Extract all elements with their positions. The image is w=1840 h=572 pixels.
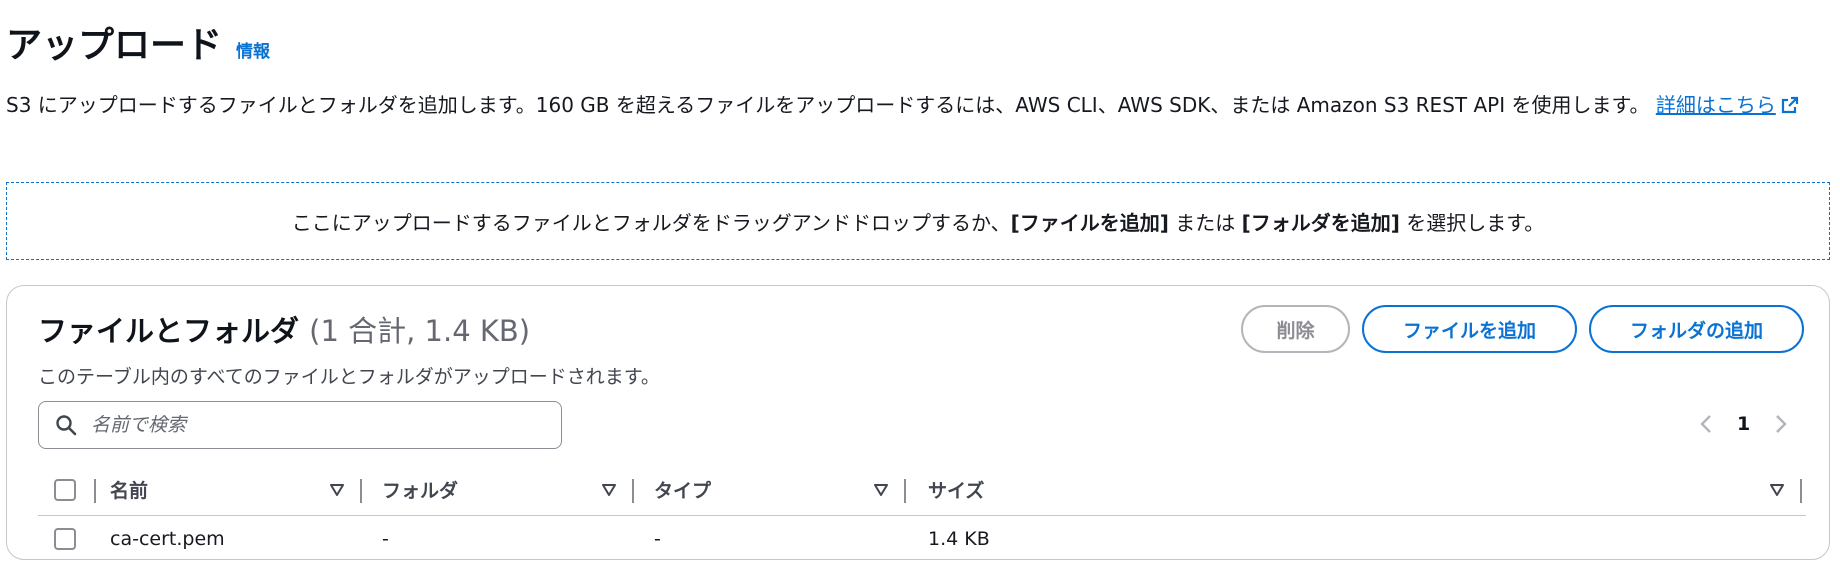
column-header-size-label: サイズ bbox=[928, 480, 985, 502]
dropzone-add-files-label: [ファイルを追加] bbox=[1010, 210, 1169, 235]
dropzone-suffix: を選択します。 bbox=[1399, 210, 1545, 235]
search-icon bbox=[56, 415, 77, 436]
column-divider[interactable] bbox=[632, 479, 634, 503]
cell-size: 1.4 KB bbox=[928, 528, 990, 550]
column-divider[interactable] bbox=[360, 479, 362, 503]
cell-folder: - bbox=[382, 528, 389, 550]
select-all-checkbox[interactable] bbox=[54, 478, 76, 501]
column-divider[interactable] bbox=[94, 479, 96, 503]
info-link[interactable]: 情報 bbox=[236, 37, 270, 62]
column-header-folder[interactable]: フォルダ bbox=[382, 464, 458, 515]
column-header-name-label: 名前 bbox=[110, 480, 149, 502]
search-input[interactable] bbox=[91, 414, 531, 436]
select-all-cell bbox=[54, 464, 76, 515]
pagination: 1 bbox=[1695, 410, 1792, 438]
add-folder-button[interactable]: フォルダの追加 bbox=[1589, 305, 1804, 353]
table-header: 名前 フォルダ タイプ サイズ bbox=[38, 464, 1806, 516]
page-description: S3 にアップロードするファイルとフォルダを追加します。160 GB を超えるフ… bbox=[6, 90, 1806, 120]
files-and-folders-panel: ファイルとフォルダ (1 合計, 1.4 KB) このテーブル内のすべてのファイ… bbox=[6, 285, 1830, 560]
column-header-type[interactable]: タイプ bbox=[654, 464, 711, 515]
current-page[interactable]: 1 bbox=[1737, 413, 1750, 435]
caret-down-icon[interactable] bbox=[873, 482, 889, 498]
caret-down-icon[interactable] bbox=[329, 482, 345, 498]
cell-name: ca-cert.pem bbox=[110, 528, 225, 550]
page-header: アップロード 情報 bbox=[6, 16, 270, 68]
external-link-icon bbox=[1781, 96, 1798, 114]
column-divider[interactable] bbox=[1800, 479, 1802, 503]
description-text: S3 にアップロードするファイルとフォルダを追加します。160 GB を超えるフ… bbox=[6, 93, 1650, 117]
column-header-folder-label: フォルダ bbox=[382, 480, 459, 502]
dropzone-middle: または bbox=[1168, 210, 1242, 235]
delete-button[interactable]: 削除 bbox=[1241, 305, 1350, 353]
caret-down-icon[interactable] bbox=[1769, 482, 1785, 498]
row-checkbox[interactable] bbox=[54, 528, 76, 550]
column-divider[interactable] bbox=[904, 479, 906, 503]
table-row: ca-cert.pem - - 1.4 KB bbox=[38, 516, 1806, 562]
panel-subtitle: このテーブル内のすべてのファイルとフォルダがアップロードされます。 bbox=[38, 366, 660, 388]
learn-more-label: 詳細はこちら bbox=[1655, 93, 1776, 117]
files-table: 名前 フォルダ タイプ サイズ ca-cert.pem - - 1.4 KB bbox=[38, 464, 1806, 562]
file-dropzone[interactable]: ここにアップロードするファイルとフォルダをドラッグアンドドロップするか、 [ファイ… bbox=[6, 182, 1830, 260]
panel-title-text: ファイルとフォルダ bbox=[38, 314, 300, 348]
add-files-button[interactable]: ファイルを追加 bbox=[1362, 305, 1577, 353]
column-header-type-label: タイプ bbox=[654, 480, 712, 502]
dropzone-prefix: ここにアップロードするファイルとフォルダをドラッグアンドドロップするか、 bbox=[291, 210, 1011, 235]
caret-down-icon[interactable] bbox=[601, 482, 617, 498]
search-box[interactable] bbox=[38, 401, 562, 449]
column-header-size[interactable]: サイズ bbox=[928, 464, 984, 515]
chevron-left-icon[interactable] bbox=[1695, 410, 1717, 438]
chevron-right-icon[interactable] bbox=[1770, 410, 1792, 438]
page-title: アップロード bbox=[6, 25, 223, 66]
row-select-cell bbox=[54, 516, 76, 562]
learn-more-link[interactable]: 詳細はこちら bbox=[1656, 93, 1800, 117]
panel-title: ファイルとフォルダ (1 合計, 1.4 KB) bbox=[38, 308, 530, 350]
column-header-name[interactable]: 名前 bbox=[110, 464, 148, 515]
dropzone-add-folder-label: [フォルダを追加] bbox=[1241, 210, 1400, 235]
cell-type: - bbox=[654, 528, 661, 550]
panel-count: (1 合計, 1.4 KB) bbox=[309, 314, 531, 348]
